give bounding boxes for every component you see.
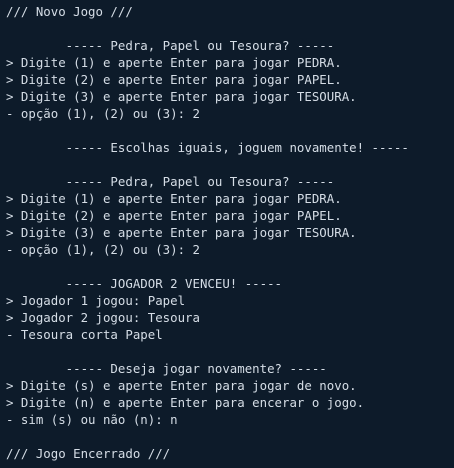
option-scissors-instruction: > Digite (3) e aperte Enter para jogar T… <box>6 89 357 104</box>
option-rock-instruction: > Digite (1) e aperte Enter para jogar P… <box>6 55 342 70</box>
round-prompt-title: ----- Pedra, Papel ou Tesoura? ----- <box>6 174 335 189</box>
round-prompt-title: ----- Pedra, Papel ou Tesoura? ----- <box>6 38 335 53</box>
play-again-input-line: - sim (s) ou não (n): n <box>6 412 178 427</box>
tie-message: ----- Escolhas iguais, joguem novamente!… <box>6 140 409 155</box>
option-paper-instruction: > Digite (2) e aperte Enter para jogar P… <box>6 208 342 223</box>
new-game-header: /// Novo Jogo /// <box>6 4 133 19</box>
option-scissors-instruction: > Digite (3) e aperte Enter para jogar T… <box>6 225 357 240</box>
terminal-output[interactable]: /// Novo Jogo /// ----- Pedra, Papel ou … <box>0 0 454 468</box>
winner-message: ----- JOGADOR 2 VENCEU! ----- <box>6 276 283 291</box>
player1-move: > Jogador 1 jogou: Papel <box>6 293 186 308</box>
play-again-yes-instruction: > Digite (s) e aperte Enter para jogar d… <box>6 378 357 393</box>
play-again-no-instruction: > Digite (n) e aperte Enter para encerar… <box>6 395 365 410</box>
result-explanation: - Tesoura corta Papel <box>6 327 163 342</box>
game-over-footer: /// Jogo Encerrado /// <box>6 446 171 461</box>
play-again-prompt: ----- Deseja jogar novamente? ----- <box>6 361 327 376</box>
player2-move: > Jogador 2 jogou: Tesoura <box>6 310 200 325</box>
option-rock-instruction: > Digite (1) e aperte Enter para jogar P… <box>6 191 342 206</box>
choice-input-line: - opção (1), (2) ou (3): 2 <box>6 242 200 257</box>
option-paper-instruction: > Digite (2) e aperte Enter para jogar P… <box>6 72 342 87</box>
choice-input-line: - opção (1), (2) ou (3): 2 <box>6 106 200 121</box>
